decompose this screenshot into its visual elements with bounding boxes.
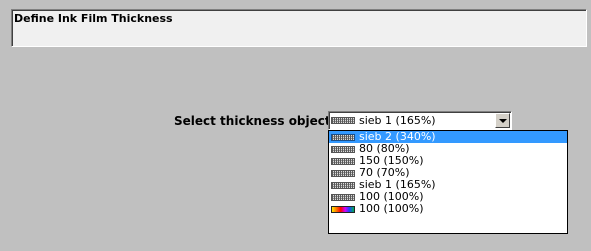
- screen-mesh-icon: [331, 145, 355, 153]
- screen-mesh-icon: [331, 157, 355, 165]
- screen-mesh-icon: [331, 193, 355, 201]
- thickness-object-label: Select thickness object:: [174, 114, 336, 128]
- screen-mesh-icon: [331, 117, 355, 124]
- chevron-down-icon: [499, 119, 507, 123]
- header-box: Define Ink Film Thickness: [11, 9, 587, 47]
- thickness-dropdown-list: sieb 2 (340%) 80 (80%) 150 (150%) 70 (70…: [328, 130, 568, 234]
- screen-mesh-icon: [331, 169, 355, 177]
- screen-mesh-icon: [331, 133, 355, 141]
- page-title: Define Ink Film Thickness: [14, 12, 173, 25]
- dropdown-button[interactable]: [495, 113, 510, 128]
- option-label: 100 (100%): [359, 202, 424, 215]
- rainbow-color-icon: [331, 205, 355, 213]
- combo-selected-label: sieb 1 (165%): [359, 114, 436, 127]
- dropdown-option[interactable]: 100 (100%): [329, 203, 567, 215]
- dialog-panel: Define Ink Film Thickness Select thickne…: [0, 0, 591, 251]
- thickness-object-select[interactable]: sieb 1 (165%): [328, 111, 512, 130]
- screen-mesh-icon: [331, 181, 355, 189]
- combo-selected-value: sieb 1 (165%): [331, 113, 436, 128]
